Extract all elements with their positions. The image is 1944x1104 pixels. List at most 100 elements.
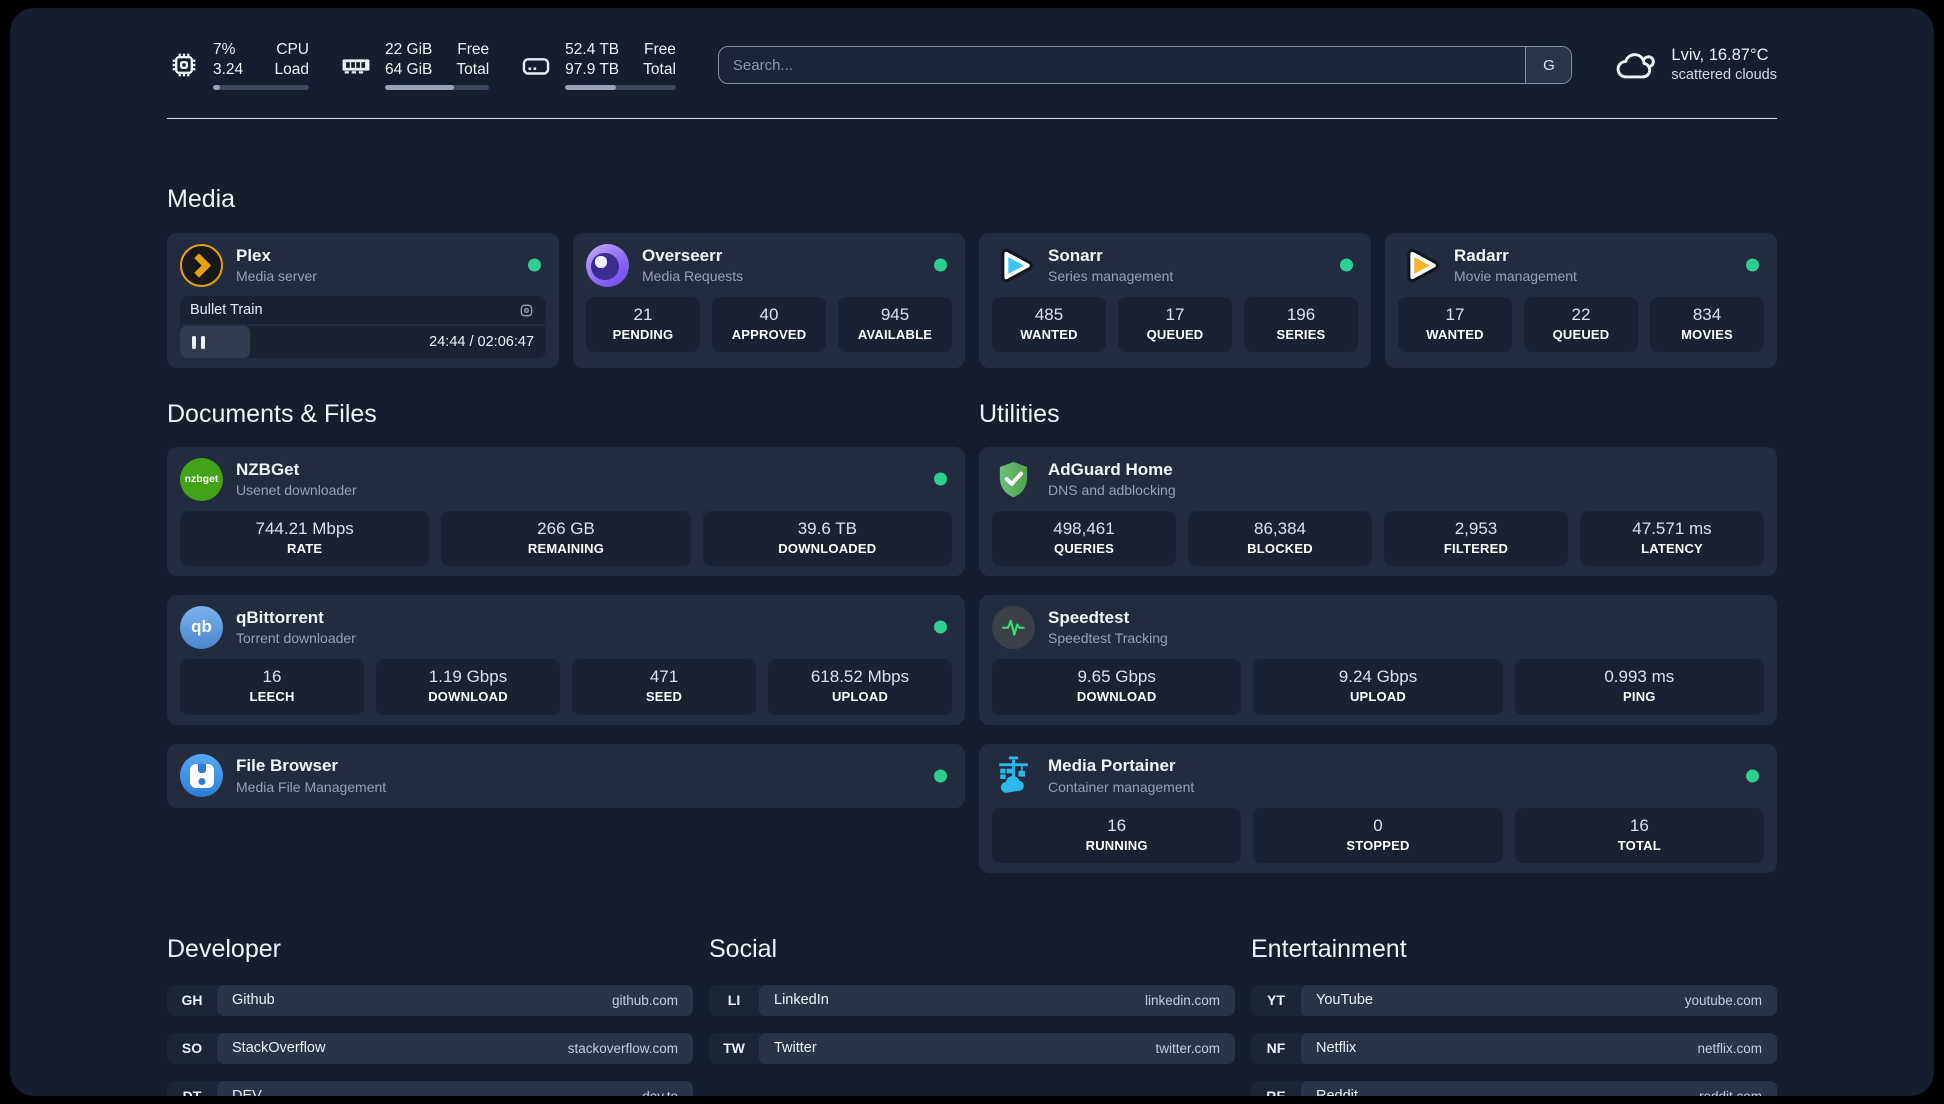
memory-label-1: Free [457, 41, 490, 59]
bookmark-netflix[interactable]: NF Netflix netflix.com [1251, 1032, 1777, 1064]
bookmark-twitter[interactable]: TW Twitter twitter.com [709, 1032, 1235, 1064]
bookmark-url: linkedin.com [1144, 992, 1220, 1008]
speedtest-icon [992, 605, 1035, 649]
bookmarks-developer: Developer GH Github github.com SO StackO… [167, 935, 693, 1096]
overseerr-card[interactable]: Overseerr Media Requests 21 PENDING 40 A… [573, 233, 965, 368]
bookmark-abbr: RE [1251, 1081, 1301, 1096]
clouds-icon [1614, 43, 1658, 87]
section-title-social: Social [709, 934, 778, 963]
app-description: Torrent downloader [236, 630, 356, 647]
search-bar: G [717, 46, 1573, 84]
disk-progress-bar [565, 84, 676, 90]
app-name: Sonarr [1048, 245, 1103, 265]
plex-card[interactable]: Plex Media server Bullet Train 24:44 / 0… [167, 233, 559, 368]
app-description: Series management [1048, 267, 1174, 284]
bookmark-abbr: DT [167, 1081, 217, 1096]
app-name: Speedtest [1048, 608, 1130, 628]
disk-icon [519, 48, 553, 82]
app-description: Media Requests [642, 267, 744, 284]
bookmark-dev[interactable]: DT DEV dev.to [167, 1080, 693, 1096]
bookmark-reddit[interactable]: RE Reddit reddit.com [1251, 1080, 1777, 1096]
radarr-card[interactable]: Radarr Movie management 17 WANTED 22 QUE… [1385, 233, 1777, 368]
stat-tile: 16 RUNNING [992, 807, 1242, 863]
sonarr-card[interactable]: Sonarr Series management 485 WANTED 17 Q… [979, 233, 1371, 368]
adguard-card[interactable]: AdGuard Home DNS and adblocking 498,461 … [979, 447, 1777, 577]
bookmark-url: github.com [611, 992, 678, 1008]
bookmark-name: Twitter [774, 1040, 817, 1057]
bookmark-abbr: GH [181, 992, 203, 1009]
stat-tile: 22 QUEUED [1524, 297, 1638, 353]
disk-label-1: Free [644, 41, 676, 59]
stat-tile: 498,461 QUERIES [992, 511, 1176, 567]
stat-tile: 0.993 ms PING [1514, 659, 1764, 715]
section-media: Media Plex Media server Bullet Train 24:… [167, 185, 1777, 368]
status-dot [934, 620, 947, 634]
stat-tile: 834 MOVIES [1650, 297, 1764, 353]
app-name: AdGuard Home [1048, 459, 1173, 479]
app-description: DNS and adblocking [1048, 481, 1176, 498]
nzbget-icon: nzbget [180, 457, 223, 501]
bookmark-name: YouTube [1316, 992, 1373, 1009]
pause-icon [192, 335, 205, 349]
stat-tile: 86,384 BLOCKED [1188, 511, 1372, 567]
bookmark-url: reddit.com [1699, 1089, 1762, 1096]
bookmark-github[interactable]: GH Github github.com [167, 984, 693, 1016]
disk-label-2: Total [643, 60, 676, 78]
bookmarks-entertainment: Entertainment YT YouTube youtube.com NF … [1251, 935, 1777, 1096]
memory-progress-bar [385, 84, 490, 90]
playback-progress-bar: 24:44 / 02:06:47 [180, 326, 546, 358]
bookmark-stackoverflow[interactable]: SO StackOverflow stackoverflow.com [167, 1032, 693, 1064]
speedtest-card[interactable]: Speedtest Speedtest Tracking 9.65 Gbps D… [979, 595, 1777, 725]
stat-tile: 9.65 Gbps DOWNLOAD [992, 659, 1242, 715]
bookmark-youtube[interactable]: YT YouTube youtube.com [1251, 984, 1777, 1016]
search-input[interactable] [718, 47, 1526, 83]
cpu-label-2: Load [274, 60, 309, 78]
memory-label-2: Total [456, 60, 490, 78]
portainer-icon [992, 754, 1035, 797]
screen: 7% 3.24 CPU Load 22 GiB 64 GiB Free Tota… [0, 0, 1944, 1104]
bookmark-url: stackoverflow.com [567, 1040, 678, 1056]
stat-tile: 0 STOPPED [1253, 807, 1503, 863]
stat-tile: 266 GB REMAINING [441, 511, 691, 567]
bookmark-url: youtube.com [1684, 992, 1762, 1008]
app-description: Media File Management [236, 778, 387, 795]
bookmark-abbr: NF [1266, 1040, 1286, 1057]
disk-free: 52.4 TB [565, 41, 620, 59]
status-dot [528, 258, 541, 272]
qbittorrent-card[interactable]: qb qBittorrent Torrent downloader 16 LEE… [167, 595, 965, 725]
app-description: Media server [236, 267, 317, 284]
app-description: Movie management [1454, 267, 1577, 284]
stat-tile: 485 WANTED [992, 297, 1106, 353]
filebrowser-card[interactable]: File Browser Media File Management [167, 743, 965, 808]
bookmark-linkedin[interactable]: LI LinkedIn linkedin.com [709, 984, 1235, 1016]
section-title-developer: Developer [167, 934, 281, 963]
section-title-documents: Documents & Files [167, 400, 377, 428]
cpu-widget: 7% 3.24 CPU Load [167, 40, 309, 90]
adguard-icon [992, 458, 1035, 501]
nzbget-card[interactable]: nzbget NZBGet Usenet downloader 744.21 M… [167, 447, 965, 577]
stat-tile: 21 PENDING [586, 297, 700, 353]
qbittorrent-icon: qb [180, 605, 223, 649]
sonarr-icon [992, 244, 1035, 287]
now-playing-title: Bullet Train [190, 302, 263, 318]
weather-location: Lviv, 16.87°C [1671, 46, 1769, 65]
portainer-card[interactable]: Media Portainer Container management 16 … [979, 743, 1777, 873]
plex-icon [180, 243, 223, 287]
stat-tile: 1.19 Gbps DOWNLOAD [376, 659, 560, 715]
status-dot [1746, 769, 1759, 783]
bookmark-url: netflix.com [1697, 1040, 1762, 1056]
bookmark-url: dev.to [642, 1089, 678, 1096]
status-dot [934, 472, 947, 486]
app-name: Media Portainer [1048, 756, 1176, 776]
section-title-media: Media [167, 185, 236, 213]
app-name: Plex [236, 245, 271, 265]
bookmark-name: Netflix [1316, 1040, 1357, 1057]
weather-widget: Lviv, 16.87°C scattered clouds [1614, 43, 1777, 87]
bookmark-name: LinkedIn [774, 992, 829, 1009]
disk-total: 97.9 TB [565, 60, 620, 78]
search-provider-button[interactable]: G [1525, 47, 1572, 83]
status-dot [1746, 258, 1759, 272]
stat-tile: 196 SERIES [1244, 297, 1358, 353]
stat-tile: 17 WANTED [1398, 297, 1512, 353]
app-description: Speedtest Tracking [1048, 630, 1168, 647]
